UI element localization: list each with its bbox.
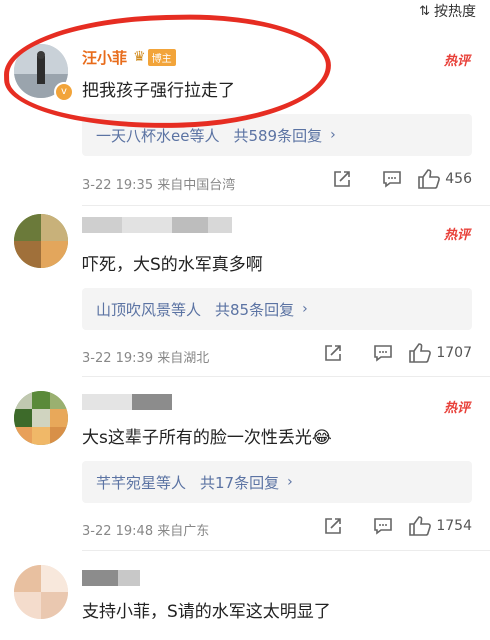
- reply-users: 山顶吹风景等人: [96, 300, 202, 319]
- thumbs-up-icon: [418, 169, 441, 189]
- reply-icon[interactable]: [358, 343, 408, 363]
- comment-meta: 3-22 19:39 来自湖北: [82, 347, 209, 366]
- thumbs-up-icon: [409, 516, 432, 536]
- like-button[interactable]: 456: [417, 168, 472, 190]
- like-count: 1707: [436, 345, 472, 361]
- comment-text: 大s这辈子所有的脸一次性丢光😂: [82, 428, 332, 448]
- chevron-right-icon: ›: [330, 127, 336, 143]
- blurred-username: [82, 214, 232, 236]
- replies-link[interactable]: 芊芊宛星等人 共17条回复 ›: [82, 461, 472, 503]
- comment-item: 热评 大s这辈子所有的脸一次性丢光😂 芊芊宛星等人 共17条回复 › 3-22 …: [0, 377, 490, 547]
- comment-meta: 3-22 19:48 来自广东: [82, 520, 209, 539]
- reply-users: 芊芊宛星等人: [96, 473, 187, 492]
- avatar[interactable]: [14, 565, 68, 619]
- blurred-username: [82, 391, 172, 413]
- comment-time: 3-22 19:48: [82, 524, 154, 539]
- share-icon[interactable]: [317, 169, 367, 189]
- comment-text: 吓死，大S的水军真多啊: [82, 255, 263, 275]
- like-count: 456: [445, 171, 472, 187]
- hot-comment-badge: 热评: [443, 401, 470, 416]
- comment-item: 支持小菲，S请的水军这太明显了: [0, 551, 490, 640]
- thumbs-up-icon: [409, 343, 432, 363]
- comment-location: 来自湖北: [157, 351, 210, 366]
- share-icon[interactable]: [308, 343, 358, 363]
- comment-time: 3-22 19:39: [82, 351, 154, 366]
- hot-comment-badge: 热评: [443, 54, 470, 69]
- chevron-right-icon: ›: [302, 301, 308, 317]
- chevron-right-icon: ›: [287, 474, 293, 490]
- like-button[interactable]: 1707: [408, 342, 472, 364]
- like-count: 1754: [436, 518, 472, 534]
- reply-count: 共17条回复: [200, 473, 280, 492]
- comment-location: 来自中国台湾: [157, 178, 236, 193]
- blurred-username: [82, 567, 140, 589]
- reply-count: 共589条回复: [233, 126, 323, 145]
- reply-icon[interactable]: [367, 169, 417, 189]
- replies-link[interactable]: 山顶吹风景等人 共85条回复 ›: [82, 288, 472, 330]
- comment-item: 热评 吓死，大S的水军真多啊 山顶吹风景等人 共85条回复 › 3-22 19:…: [0, 206, 490, 376]
- avatar[interactable]: [14, 214, 68, 268]
- comment-meta: 3-22 19:35 来自中国台湾: [82, 174, 235, 193]
- like-button[interactable]: 1754: [408, 515, 472, 537]
- reply-icon[interactable]: [358, 516, 408, 536]
- share-icon[interactable]: [308, 516, 358, 536]
- hot-comment-badge: 热评: [443, 228, 470, 243]
- avatar[interactable]: [14, 391, 68, 445]
- comment-text: 支持小菲，S请的水军这太明显了: [82, 602, 331, 622]
- comment-time: 3-22 19:35: [82, 178, 154, 193]
- comment-location: 来自广东: [157, 524, 210, 539]
- reply-count: 共85条回复: [215, 300, 295, 319]
